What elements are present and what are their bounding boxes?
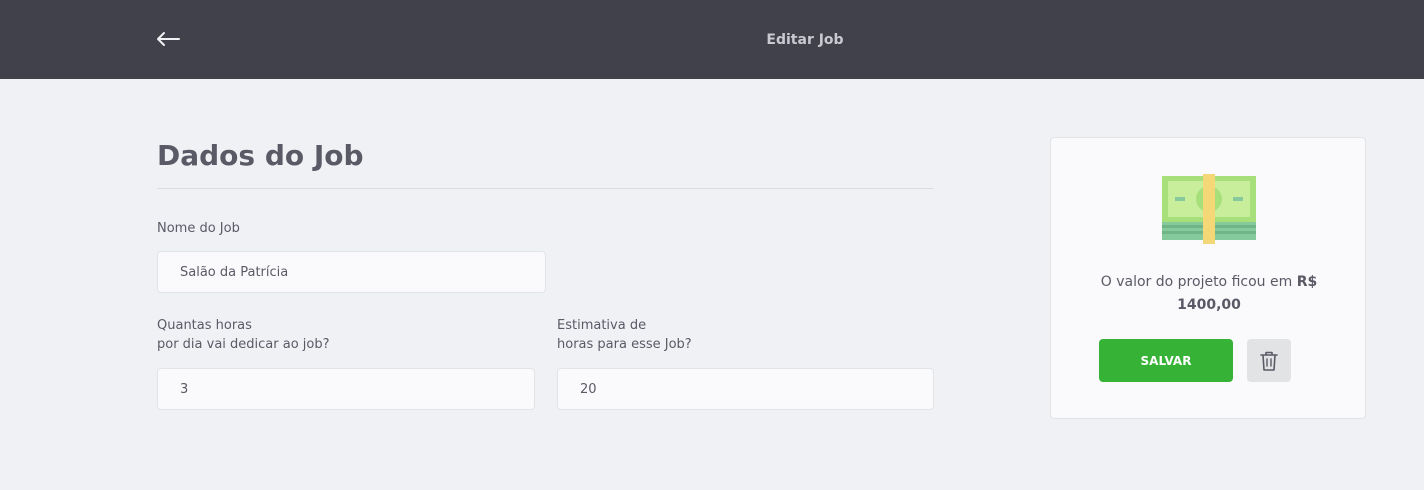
delete-button[interactable] bbox=[1247, 339, 1291, 382]
project-value-text: O valor do projeto ficou em R$ 1400,00 bbox=[1071, 271, 1347, 317]
total-hours-label-line2: horas para esse Job? bbox=[557, 337, 692, 352]
total-hours-label-line1: Estimativa de bbox=[557, 318, 647, 333]
title-divider bbox=[157, 188, 934, 189]
summary-card: O valor do projeto ficou em R$ 1400,00 S… bbox=[1050, 137, 1366, 419]
project-value-amount: 1400,00 bbox=[1177, 297, 1241, 313]
trash-icon bbox=[1260, 351, 1278, 371]
job-name-label: Nome do Job bbox=[157, 221, 240, 236]
project-value-currency: R$ bbox=[1296, 274, 1318, 290]
daily-hours-label-line2: por dia vai dedicar ao job? bbox=[157, 337, 330, 352]
job-name-input[interactable]: Salão da Patrícia bbox=[157, 251, 546, 293]
daily-hours-label-line1: Quantas horas bbox=[157, 318, 252, 333]
money-icon bbox=[1162, 174, 1256, 244]
job-form: Dados do Job Nome do Job Salão da Patríc… bbox=[157, 137, 934, 410]
daily-hours-input[interactable]: 3 bbox=[157, 368, 535, 410]
top-bar: Editar Job bbox=[0, 0, 1424, 79]
page-header-title: Editar Job bbox=[766, 32, 844, 48]
daily-hours-label: Quantas horas por dia vai dedicar ao job… bbox=[157, 316, 330, 354]
total-hours-input[interactable]: 20 bbox=[557, 368, 934, 410]
project-value-prefix: O valor do projeto ficou em bbox=[1100, 274, 1297, 290]
total-hours-label: Estimativa de horas para esse Job? bbox=[557, 316, 692, 354]
page-title: Dados do Job bbox=[157, 139, 364, 172]
save-button[interactable]: SALVAR bbox=[1099, 339, 1233, 382]
